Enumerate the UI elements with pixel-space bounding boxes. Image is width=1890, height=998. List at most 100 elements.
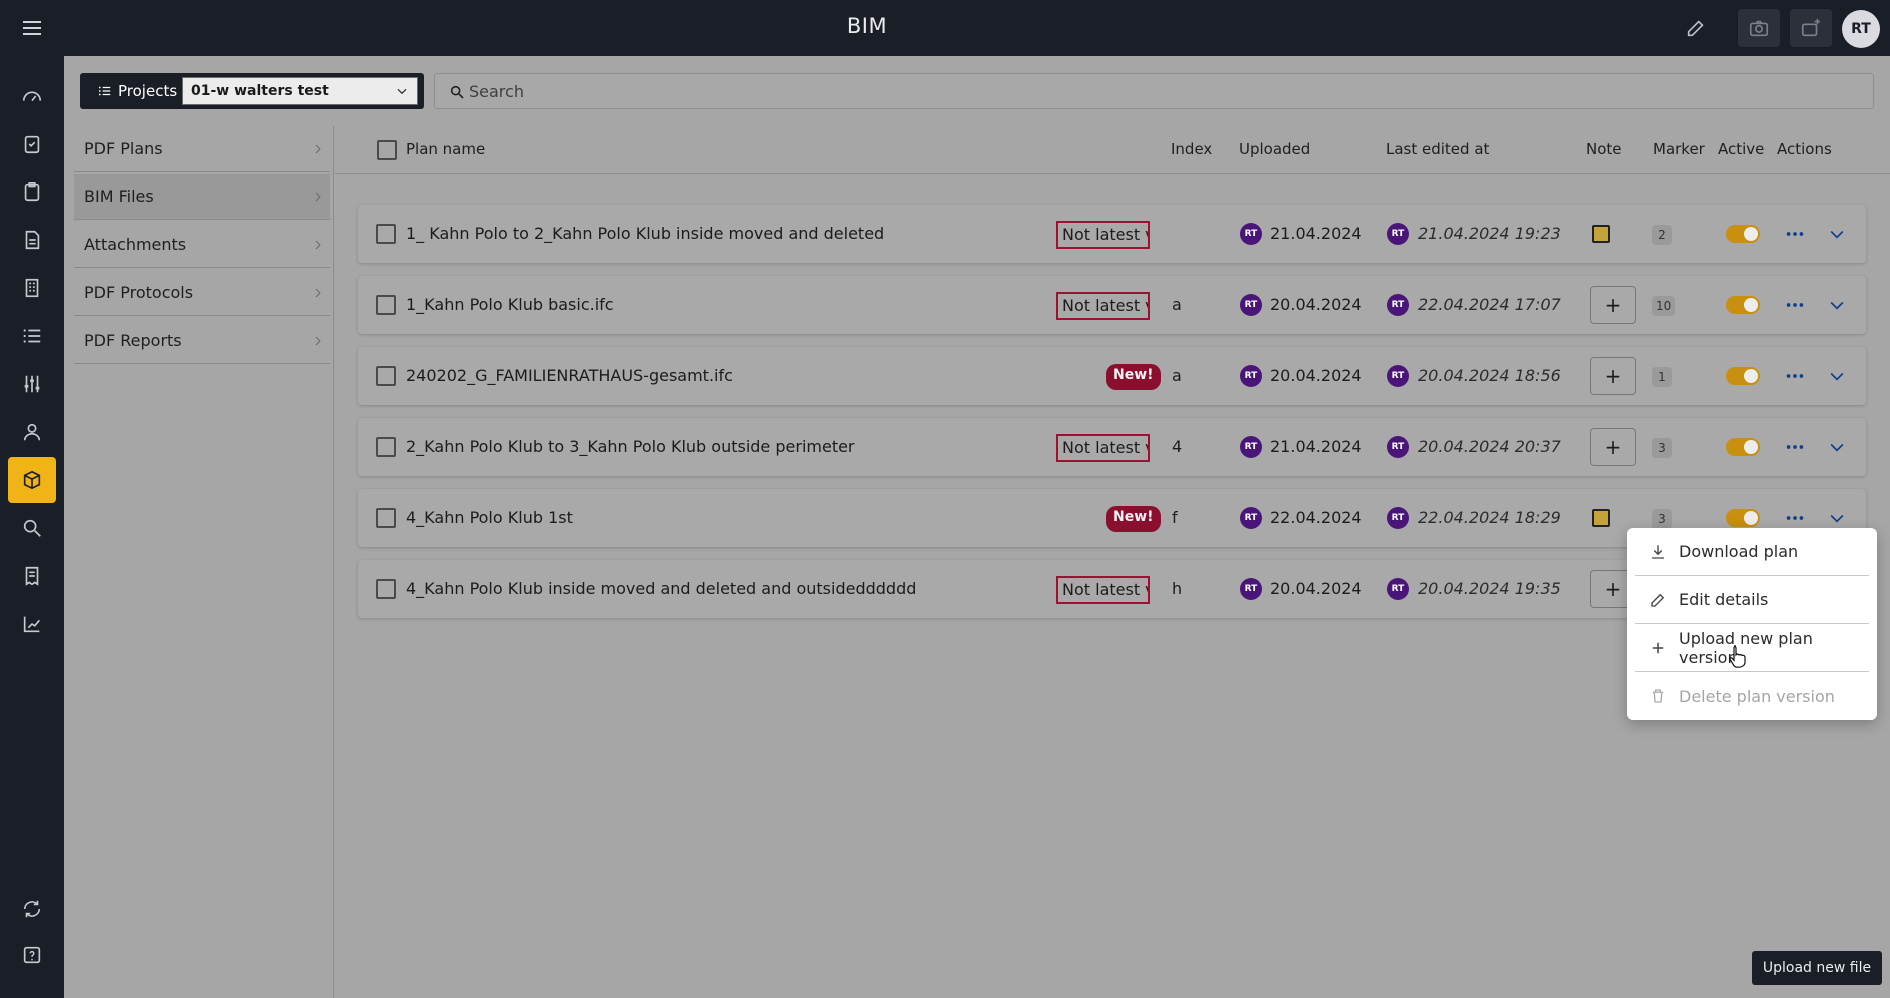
- menu-edit-details[interactable]: Edit details: [1635, 576, 1869, 624]
- row-checkbox[interactable]: [376, 295, 396, 315]
- edit-icon[interactable]: [1682, 14, 1710, 42]
- plan-index: h: [1172, 579, 1183, 598]
- more-actions-icon[interactable]: [1780, 290, 1810, 320]
- add-note-button[interactable]: +: [1590, 428, 1636, 466]
- row-checkbox[interactable]: [376, 366, 396, 386]
- active-toggle[interactable]: [1726, 296, 1760, 314]
- plan-name[interactable]: 1_Kahn Polo Klub basic.ifc: [406, 295, 614, 314]
- search-input[interactable]: [469, 78, 1849, 104]
- active-toggle[interactable]: [1726, 509, 1760, 527]
- projects-label: Projects: [118, 82, 178, 100]
- last-edited-date: 20.04.2024 20:37: [1418, 437, 1561, 456]
- chart-icon[interactable]: [8, 601, 56, 647]
- table-row[interactable]: 240202_G_FAMILIENRATHAUS-gesamt.ifc New! a…: [358, 347, 1866, 405]
- last-edited-date: 22.04.2024 18:29: [1418, 508, 1561, 527]
- app-title: BIM: [846, 14, 888, 38]
- plan-name[interactable]: 1_ Kahn Polo to 2_Kahn Polo Klub inside …: [406, 224, 884, 243]
- row-checkbox[interactable]: [376, 224, 396, 244]
- table-row[interactable]: 1_Kahn Polo Klub basic.ifc Not latest ver…: [358, 276, 1866, 334]
- search-icon[interactable]: [8, 505, 56, 551]
- last-edited-date: 22.04.2024 17:07: [1418, 295, 1561, 314]
- plan-name[interactable]: 4_Kahn Polo Klub inside moved and delete…: [406, 579, 916, 598]
- last-edited-date: 21.04.2024 19:23: [1418, 224, 1561, 243]
- plus-icon: +: [1604, 364, 1622, 388]
- dashboard-icon[interactable]: [8, 73, 56, 119]
- active-toggle[interactable]: [1726, 225, 1760, 243]
- active-toggle[interactable]: [1726, 367, 1760, 385]
- chevron-right-icon: [315, 288, 321, 298]
- chevron-down-icon[interactable]: [1824, 292, 1850, 318]
- row-checkbox[interactable]: [376, 579, 396, 599]
- editor-avatar: RT: [1387, 578, 1409, 600]
- project-select[interactable]: 01-w walters test: [182, 77, 418, 105]
- row-checkbox[interactable]: [376, 437, 396, 457]
- uploader-avatar: RT: [1240, 223, 1262, 245]
- new-badge: New!: [1106, 506, 1161, 532]
- header-index[interactable]: Index: [1171, 140, 1212, 158]
- more-actions-icon[interactable]: [1780, 361, 1810, 391]
- left-rail: [0, 56, 64, 998]
- plan-name[interactable]: 240202_G_FAMILIENRATHAUS-gesamt.ifc: [406, 366, 733, 385]
- upload-new-file-button[interactable]: Upload new file: [1752, 951, 1882, 985]
- select-all-checkbox[interactable]: [377, 140, 397, 160]
- marker-count: 3: [1652, 509, 1672, 529]
- tasks-icon[interactable]: [8, 121, 56, 167]
- more-actions-icon[interactable]: [1780, 219, 1810, 249]
- header-last-edited[interactable]: Last edited at: [1386, 140, 1489, 158]
- chevron-down-icon[interactable]: [1824, 434, 1850, 460]
- plan-name[interactable]: 4_Kahn Polo Klub 1st: [406, 508, 573, 527]
- side-item-label: Attachments: [84, 235, 187, 254]
- row-checkbox[interactable]: [376, 508, 396, 528]
- list-icon[interactable]: [8, 313, 56, 359]
- menu-item-label: Edit details: [1679, 590, 1769, 609]
- uploader-avatar: RT: [1240, 436, 1262, 458]
- sliders-icon[interactable]: [8, 361, 56, 407]
- table-row[interactable]: 1_ Kahn Polo to 2_Kahn Polo Klub inside …: [358, 205, 1866, 263]
- help-icon[interactable]: [8, 932, 56, 978]
- header-plan-name[interactable]: Plan name: [406, 140, 485, 158]
- side-item-pdf-plans[interactable]: PDF Plans: [74, 126, 330, 172]
- header-marker: Marker: [1653, 140, 1705, 158]
- menu-upload-new-version[interactable]: Upload new plan version: [1635, 624, 1869, 672]
- chevron-right-icon: [315, 192, 321, 202]
- last-edited-date: 20.04.2024 19:35: [1418, 579, 1561, 598]
- bim-cube-icon[interactable]: [8, 457, 56, 503]
- building-icon[interactable]: [8, 265, 56, 311]
- more-actions-icon[interactable]: [1780, 432, 1810, 462]
- sticky-note-icon[interactable]: [1592, 225, 1610, 243]
- camera-icon[interactable]: [1738, 9, 1780, 47]
- uploader-avatar: RT: [1240, 294, 1262, 316]
- add-note-button[interactable]: +: [1590, 286, 1636, 324]
- uploaded-date: 22.04.2024: [1270, 508, 1362, 527]
- side-item-pdf-protocols[interactable]: PDF Protocols: [74, 270, 330, 316]
- sticky-note-icon[interactable]: [1592, 509, 1610, 527]
- menu-delete-plan-version[interactable]: Delete plan version: [1635, 672, 1869, 720]
- sync-icon[interactable]: [8, 886, 56, 932]
- menu-download-plan[interactable]: Download plan: [1635, 528, 1869, 576]
- list-icon: [98, 86, 111, 96]
- table-row[interactable]: 2_Kahn Polo Klub to 3_Kahn Polo Klub out…: [358, 418, 1866, 476]
- person-icon[interactable]: [8, 409, 56, 455]
- plan-name[interactable]: 2_Kahn Polo Klub to 3_Kahn Polo Klub out…: [406, 437, 855, 456]
- chevron-down-icon[interactable]: [1824, 221, 1850, 247]
- clipboard-icon[interactable]: [8, 169, 56, 215]
- context-menu: Download plan Edit details Upload new pl…: [1627, 528, 1877, 720]
- active-toggle[interactable]: [1726, 438, 1760, 456]
- plan-index: a: [1172, 366, 1182, 385]
- uploaded-date: 20.04.2024: [1270, 579, 1362, 598]
- user-avatar[interactable]: RT: [1842, 10, 1880, 48]
- header-actions: Actions: [1777, 140, 1832, 158]
- side-item-label: PDF Protocols: [84, 283, 194, 302]
- add-photo-icon[interactable]: [1790, 9, 1832, 47]
- search-bar: [434, 73, 1874, 109]
- receipt-icon[interactable]: [8, 553, 56, 599]
- add-note-button[interactable]: +: [1590, 357, 1636, 395]
- side-item-attachments[interactable]: Attachments: [74, 222, 330, 268]
- header-uploaded[interactable]: Uploaded: [1239, 140, 1310, 158]
- chevron-down-icon[interactable]: [1824, 363, 1850, 389]
- side-item-pdf-reports[interactable]: PDF Reports: [74, 318, 330, 364]
- side-item-bim-files[interactable]: BIM Files: [74, 174, 330, 220]
- document-icon[interactable]: [8, 217, 56, 263]
- projects-button[interactable]: Projects: [98, 82, 177, 100]
- marker-count: 10: [1652, 296, 1676, 316]
